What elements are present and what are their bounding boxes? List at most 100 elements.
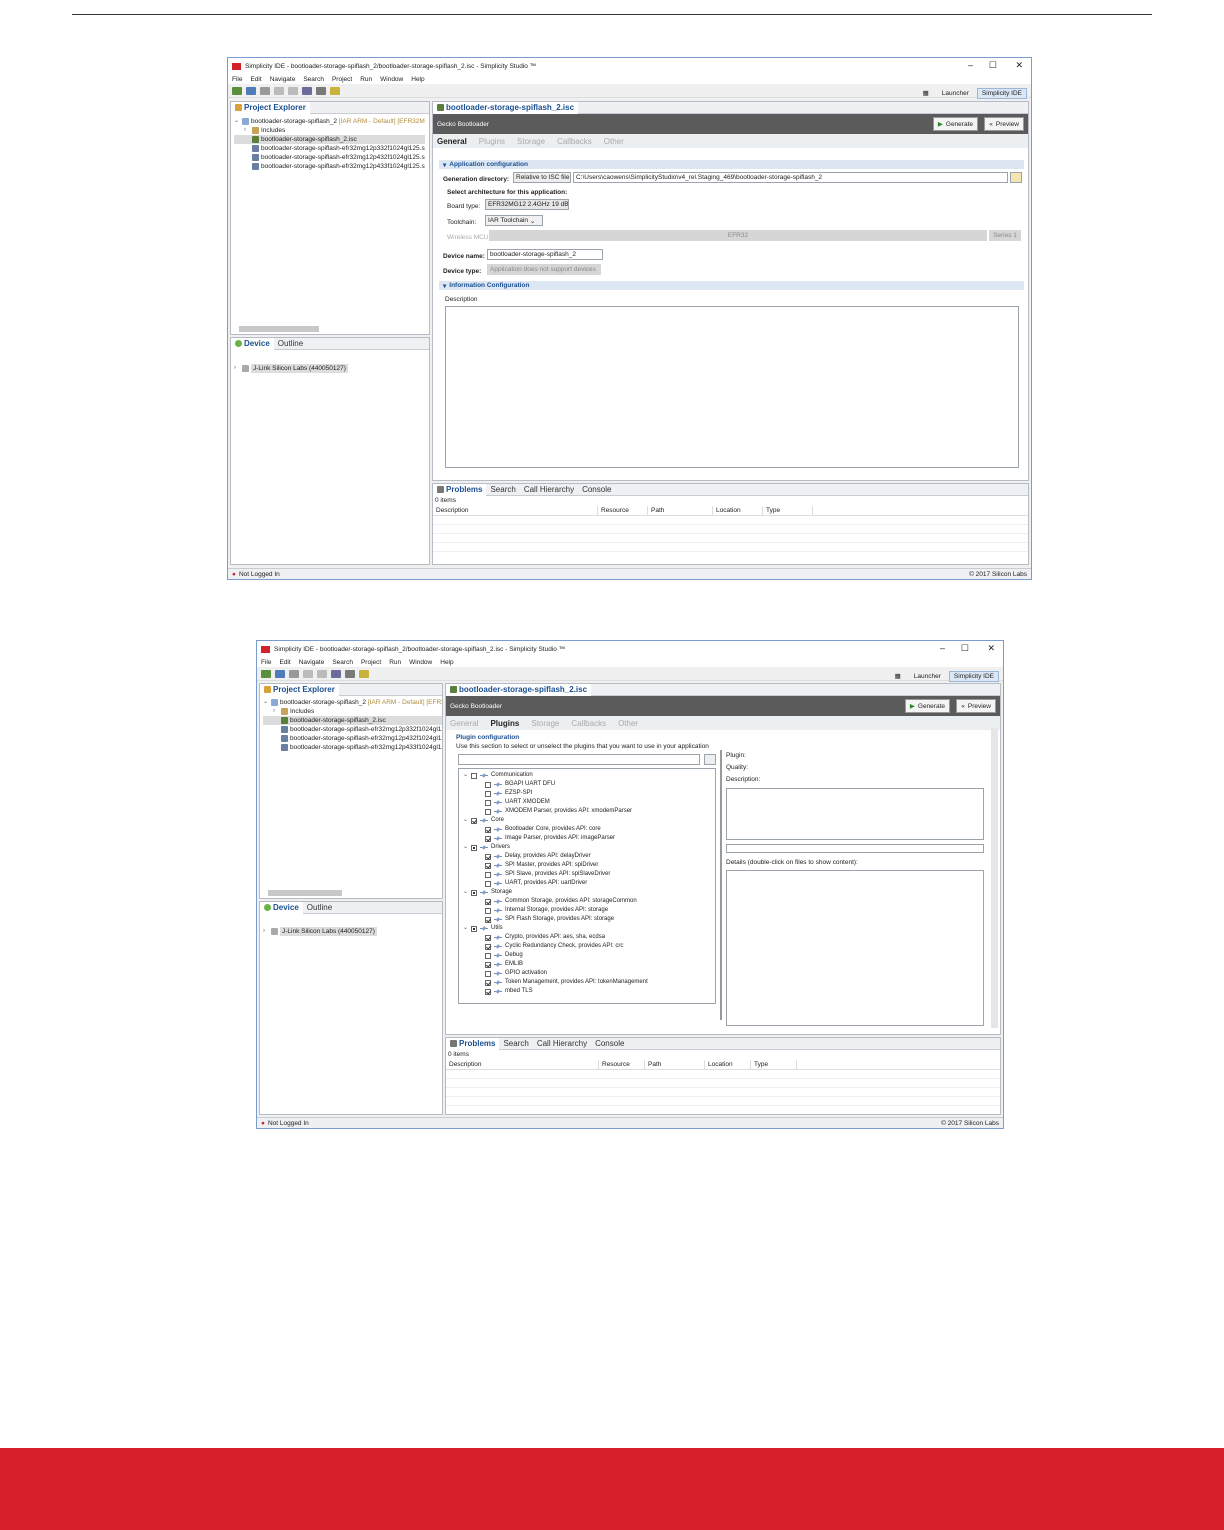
plugin-checkbox[interactable] xyxy=(485,880,491,887)
plugin-item[interactable]: Internal Storage, provides API: storage xyxy=(461,906,648,915)
col-resource[interactable]: Resource xyxy=(599,1059,645,1070)
tree-file[interactable]: bootloader-storage-spiflash-efr32mg12p33… xyxy=(263,725,442,734)
menu-edit[interactable]: Edit xyxy=(279,659,290,666)
menu-project[interactable]: Project xyxy=(332,76,352,83)
subtab-other[interactable]: Other xyxy=(604,137,624,146)
vertical-scrollbar[interactable] xyxy=(991,728,998,1028)
plugin-checkbox[interactable] xyxy=(485,826,491,833)
tab-call-hierarchy[interactable]: Call Hierarchy xyxy=(533,1039,591,1048)
col-location[interactable]: Location xyxy=(705,1059,751,1070)
col-type[interactable]: Type xyxy=(763,505,813,516)
tab-outline[interactable]: Outline xyxy=(303,903,336,912)
tab-device[interactable]: Device xyxy=(231,338,274,350)
col-location[interactable]: Location xyxy=(713,505,763,516)
menu-window[interactable]: Window xyxy=(409,659,432,666)
plugin-item[interactable]: XMODEM Parser, provides API: xmodemParse… xyxy=(461,807,648,816)
tree-root[interactable]: ⌄ bootloader-storage-spiflash_2 [IAR ARM … xyxy=(234,117,425,126)
tree-file-isc[interactable]: bootloader-storage-spiflash_2.isc xyxy=(234,135,425,144)
flash-icon[interactable] xyxy=(359,669,369,678)
plugin-checkbox[interactable] xyxy=(471,844,477,851)
plugin-checkbox[interactable] xyxy=(485,952,491,959)
plugin-checkbox[interactable] xyxy=(471,817,477,824)
plugin-checkbox[interactable] xyxy=(485,799,491,806)
open-perspective-icon[interactable]: ▦ xyxy=(890,670,906,682)
description-textarea[interactable] xyxy=(445,306,1019,468)
section-info-config[interactable]: ▾ Information Configuration xyxy=(439,281,1024,290)
subtab-storage[interactable]: Storage xyxy=(531,719,559,728)
board-type-value[interactable]: EFR32MG12 2.4GHz 19 dBm xyxy=(485,199,569,210)
tab-call-hierarchy[interactable]: Call Hierarchy xyxy=(520,485,578,494)
toolchain-select[interactable]: IAR Toolchain ⌄ xyxy=(485,215,543,226)
debug-icon[interactable] xyxy=(302,86,312,95)
save-icon[interactable] xyxy=(303,669,313,678)
perspective-launcher[interactable]: Launcher xyxy=(937,88,974,99)
plugin-item[interactable]: GPIO activation xyxy=(461,969,648,978)
splitter[interactable] xyxy=(720,750,722,1020)
build-icon[interactable] xyxy=(232,86,242,95)
perspective-simplicity-ide[interactable]: Simplicity IDE xyxy=(948,670,999,682)
plugin-group[interactable]: ⌄ Core xyxy=(461,816,648,825)
save-icon[interactable] xyxy=(274,86,284,95)
plugin-item[interactable]: EZSP-SPI xyxy=(461,789,648,798)
tree-file[interactable]: bootloader-storage-spiflash-efr32mg12p43… xyxy=(234,162,425,171)
tab-project-explorer[interactable]: Project Explorer xyxy=(231,102,310,114)
plugin-checkbox[interactable] xyxy=(485,916,491,923)
maximize-icon[interactable]: ☐ xyxy=(961,643,969,654)
plugin-item[interactable]: SPI Flash Storage, provides API: storage xyxy=(461,915,648,924)
plugin-group[interactable]: ⌄ Communication xyxy=(461,771,648,780)
tab-device[interactable]: Device xyxy=(260,902,303,914)
plugin-checkbox[interactable] xyxy=(485,907,491,914)
close-icon[interactable]: ✕ xyxy=(987,643,995,654)
generate-button[interactable]: ▶ Generate xyxy=(932,117,978,131)
plugin-item[interactable]: Bootloader Core, provides API: core xyxy=(461,825,648,834)
plugin-checkbox[interactable] xyxy=(485,943,491,950)
subtab-plugins[interactable]: Plugins xyxy=(490,719,519,728)
tree-file-isc[interactable]: bootloader-storage-spiflash_2.isc xyxy=(263,716,442,725)
tab-outline[interactable]: Outline xyxy=(274,339,307,348)
close-icon[interactable]: ✕ xyxy=(1015,60,1023,71)
col-description[interactable]: Description xyxy=(446,1059,599,1070)
plugin-group[interactable]: ⌄ Utils xyxy=(461,924,648,933)
plugin-checkbox[interactable] xyxy=(485,979,491,986)
device-name-input[interactable]: bootloader-storage-spiflash_2 xyxy=(487,249,603,260)
tree-file[interactable]: bootloader-storage-spiflash-efr32mg12p33… xyxy=(234,144,425,153)
menu-edit[interactable]: Edit xyxy=(250,76,261,83)
menu-search[interactable]: Search xyxy=(303,76,324,83)
flash-icon[interactable] xyxy=(330,86,340,95)
plugin-checkbox[interactable] xyxy=(485,934,491,941)
plugin-filter-input[interactable] xyxy=(458,754,700,765)
menu-help[interactable]: Help xyxy=(411,76,424,83)
tree-root[interactable]: ⌄ bootloader-storage-spiflash_2 [IAR ARM … xyxy=(263,698,442,707)
plugin-item[interactable]: BGAPI UART DFU xyxy=(461,780,648,789)
tree-includes[interactable]: › Includes xyxy=(263,707,442,716)
tab-isc-file[interactable]: bootloader-storage-spiflash_2.isc xyxy=(433,102,579,114)
new-file-icon[interactable] xyxy=(289,669,299,678)
horizontal-scrollbar[interactable] xyxy=(239,326,319,332)
plugin-item[interactable]: Cyclic Redundancy Check, provides API: c… xyxy=(461,942,648,951)
tree-file[interactable]: bootloader-storage-spiflash-efr32mg12p43… xyxy=(234,153,425,162)
subtab-plugins[interactable]: Plugins xyxy=(479,137,505,146)
tab-problems[interactable]: Problems xyxy=(446,1038,500,1050)
new-project-icon[interactable] xyxy=(246,86,256,95)
plugin-checkbox[interactable] xyxy=(485,898,491,905)
plugin-checkbox[interactable] xyxy=(485,970,491,977)
subtab-storage[interactable]: Storage xyxy=(517,137,545,146)
plugin-item[interactable]: EMLIB xyxy=(461,960,648,969)
maximize-icon[interactable]: ☐ xyxy=(989,60,997,71)
tree-file[interactable]: bootloader-storage-spiflash-efr32mg12p43… xyxy=(263,734,442,743)
build-icon[interactable] xyxy=(261,669,271,678)
preview-button[interactable]: «Preview xyxy=(956,699,996,713)
plugin-checkbox[interactable] xyxy=(471,925,477,932)
plugin-item[interactable]: Image Parser, provides API: imageParser xyxy=(461,834,648,843)
subtab-general[interactable]: General xyxy=(437,137,467,146)
col-description[interactable]: Description xyxy=(433,505,598,516)
plugin-item[interactable]: Debug xyxy=(461,951,648,960)
details-box[interactable] xyxy=(726,870,984,1026)
expand-icon[interactable]: ⌄ xyxy=(463,771,471,780)
device-item[interactable]: › J-Link Silicon Labs (440050127) xyxy=(234,364,348,373)
plugin-description-box[interactable] xyxy=(726,788,984,840)
plugin-item[interactable]: UART, provides API: uartDriver xyxy=(461,879,648,888)
menu-search[interactable]: Search xyxy=(332,659,353,666)
minimize-icon[interactable]: – xyxy=(940,643,945,653)
tab-search[interactable]: Search xyxy=(486,485,519,494)
